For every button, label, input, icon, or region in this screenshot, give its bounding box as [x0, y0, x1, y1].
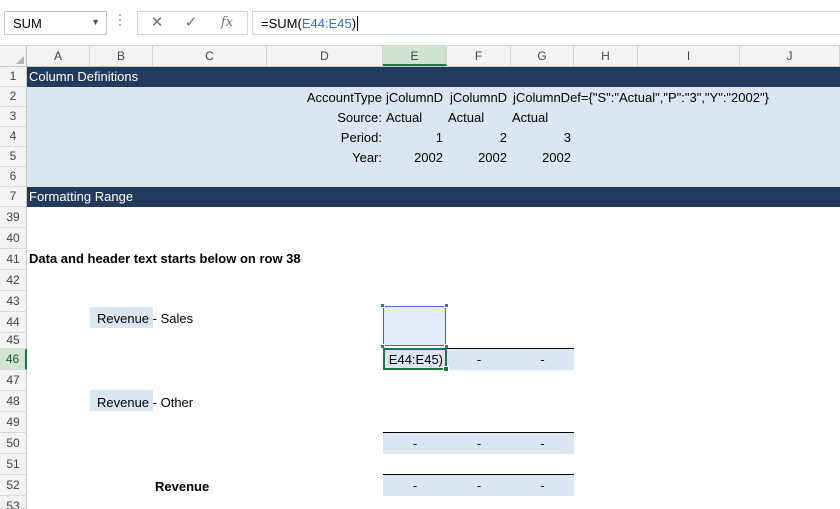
period-g[interactable]: 3 — [511, 130, 571, 145]
formatting-range-header[interactable]: Formatting Range — [27, 187, 840, 207]
row-header-48[interactable]: 48 — [0, 391, 27, 412]
row46-f-value[interactable]: - — [447, 352, 511, 367]
range-handle-top-left[interactable] — [380, 303, 385, 308]
revenue-sales-label[interactable]: Revenue - Sales — [97, 311, 193, 326]
row-header-47[interactable]: 47 — [0, 370, 27, 391]
formula-suffix: ) — [351, 16, 357, 31]
row52-g-value[interactable]: - — [511, 478, 574, 493]
row-header-1[interactable]: 1 — [0, 67, 27, 87]
row-header-2[interactable]: 2 — [0, 87, 27, 107]
text-cursor — [357, 16, 359, 31]
source-label[interactable]: Source: — [267, 110, 382, 125]
revenue-other-label[interactable]: Revenue - Other — [97, 395, 193, 410]
row-header-46[interactable]: 46 — [0, 349, 27, 370]
row-header-53[interactable]: 53 — [0, 496, 27, 509]
formula-prefix: =SUM( — [261, 16, 302, 31]
active-cell-e46[interactable]: E44:E45) — [383, 348, 449, 372]
formula-buttons: ✕ ✓ fx — [137, 11, 248, 35]
insert-function-icon[interactable]: fx — [212, 13, 242, 33]
row50-f-value[interactable]: - — [447, 436, 511, 451]
chevron-down-icon[interactable]: ▼ — [91, 17, 100, 27]
formula-reference: E44:E45 — [301, 16, 352, 31]
drag-handle-icon[interactable] — [118, 14, 122, 32]
row-header-51[interactable]: 51 — [0, 454, 27, 475]
enter-icon[interactable]: ✓ — [176, 13, 206, 33]
row-header-41[interactable]: 41 — [0, 249, 27, 270]
column-header-e[interactable]: E — [383, 46, 447, 66]
account-type-label[interactable]: AccountType — [267, 90, 382, 105]
year-label[interactable]: Year: — [267, 150, 382, 165]
row50-e-value[interactable]: - — [383, 436, 447, 451]
column-header-i[interactable]: I — [638, 46, 740, 66]
row-header-52[interactable]: 52 — [0, 475, 27, 496]
column-header-d[interactable]: D — [267, 46, 383, 66]
row-header-45[interactable]: 45 — [0, 333, 27, 349]
period-label[interactable]: Period: — [267, 130, 382, 145]
row-header-4[interactable]: 4 — [0, 127, 27, 147]
cancel-icon[interactable]: ✕ — [142, 13, 172, 33]
row-header-43[interactable]: 43 — [0, 291, 27, 312]
year-f[interactable]: 2002 — [447, 150, 507, 165]
year-e[interactable]: 2002 — [383, 150, 443, 165]
name-box-value: SUM — [13, 16, 42, 31]
formula-input[interactable]: =SUM(E44:E45) — [252, 11, 840, 35]
row52-e-value[interactable]: - — [383, 478, 447, 493]
revenue-total-label[interactable]: Revenue — [155, 479, 209, 494]
column-header-j[interactable]: J — [740, 46, 840, 66]
column-header-a[interactable]: A — [27, 46, 90, 66]
note-text[interactable]: Data and header text starts below on row… — [29, 251, 301, 266]
row46-g-value[interactable]: - — [511, 352, 574, 367]
column-def-g[interactable]: jColumnDef={"S":"Actual","P":"3","Y":"20… — [513, 90, 769, 105]
column-def-e[interactable]: jColumnD — [386, 90, 446, 105]
period-f[interactable]: 2 — [447, 130, 507, 145]
column-header-g[interactable]: G — [511, 46, 574, 66]
row-header-6[interactable]: 6 — [0, 167, 27, 187]
column-header-f[interactable]: F — [447, 46, 511, 66]
row-header-49[interactable]: 49 — [0, 412, 27, 433]
row50-g-value[interactable]: - — [511, 436, 574, 451]
revenue-other-account: Revenue — [97, 395, 150, 410]
row-header-44[interactable]: 44 — [0, 312, 27, 333]
revenue-other-suffix: - Other — [149, 395, 194, 410]
year-g[interactable]: 2002 — [511, 150, 571, 165]
column-def-f[interactable]: jColumnD — [450, 90, 510, 105]
formula-text: =SUM(E44:E45) — [261, 16, 359, 31]
row-header-40[interactable]: 40 — [0, 228, 27, 249]
period-e[interactable]: 1 — [383, 130, 443, 145]
column-definitions-header[interactable]: Column Definitions — [27, 67, 840, 87]
active-cell-text: E44:E45) — [388, 352, 443, 367]
name-box[interactable]: SUM ▼ — [4, 11, 107, 35]
select-all-button[interactable] — [0, 46, 27, 66]
source-e[interactable]: Actual — [386, 110, 422, 125]
row-header-42[interactable]: 42 — [0, 270, 27, 291]
referenced-range-e44-e45[interactable] — [380, 303, 449, 349]
source-f[interactable]: Actual — [448, 110, 484, 125]
column-header-b[interactable]: B — [90, 46, 153, 66]
revenue-sales-suffix: - Sales — [149, 311, 194, 326]
column-header-h[interactable]: H — [574, 46, 638, 66]
row52-f-value[interactable]: - — [447, 478, 511, 493]
column-header-bar: A B C D E F G H I J — [0, 46, 840, 67]
row-header-3[interactable]: 3 — [0, 107, 27, 127]
source-g[interactable]: Actual — [512, 110, 548, 125]
select-all-icon — [16, 56, 24, 64]
range-handle-top-right[interactable] — [444, 303, 449, 308]
column-header-c[interactable]: C — [153, 46, 267, 66]
row-header-50[interactable]: 50 — [0, 433, 27, 454]
row-header-39[interactable]: 39 — [0, 207, 27, 228]
revenue-sales-account: Revenue — [97, 311, 150, 326]
row-header-7[interactable]: 7 — [0, 187, 27, 207]
row-header-5[interactable]: 5 — [0, 147, 27, 167]
formula-bar-area: SUM ▼ ✕ ✓ fx =SUM(E44:E45) — [0, 0, 840, 46]
